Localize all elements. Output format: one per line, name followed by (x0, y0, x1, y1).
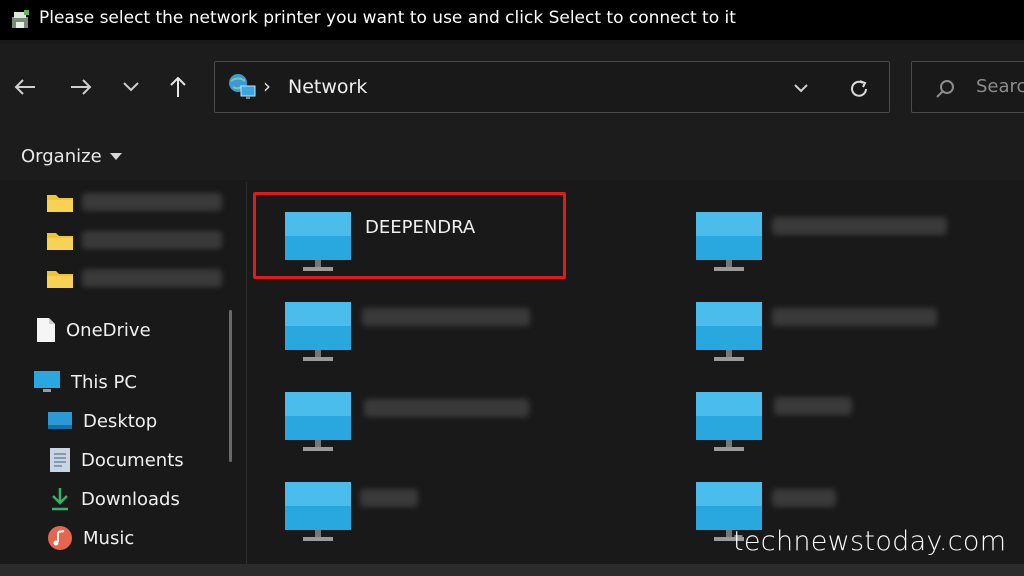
sidebar-item-label: OneDrive (66, 319, 151, 341)
sidebar-item-label-blurred (82, 269, 222, 287)
dialog-title: Please select the network printer you wa… (39, 8, 736, 28)
sidebar-item-documents[interactable]: Documents (49, 445, 184, 475)
breadcrumb-network[interactable]: Network (288, 76, 367, 98)
chevron-down-icon[interactable] (793, 82, 809, 94)
arrow-left-icon (14, 79, 35, 95)
arrow-right-icon (71, 79, 92, 95)
recent-locations-button[interactable] (116, 70, 146, 104)
documents-icon (50, 448, 70, 472)
sidebar-item-folder[interactable] (46, 225, 222, 255)
caret-down-icon (109, 152, 122, 160)
document-icon (37, 318, 55, 342)
sidebar-item-label-blurred (82, 231, 222, 249)
computer-name-blurred (772, 217, 947, 235)
computer-name-blurred (772, 308, 937, 326)
organize-button[interactable]: Organize (21, 146, 122, 167)
watermark: technewstoday.com (733, 526, 1007, 557)
sidebar-item-desktop[interactable]: Desktop (47, 406, 157, 436)
computer-name-blurred (774, 397, 852, 415)
printer-icon (12, 10, 29, 28)
folder-icon (47, 195, 73, 212)
sidebar-item-label: Desktop (83, 410, 158, 432)
breadcrumb-separator: › (263, 74, 271, 98)
organize-label: Organize (21, 146, 102, 167)
address-bar[interactable]: › Network (214, 61, 890, 113)
sidebar-item-label: Documents (81, 449, 184, 471)
download-icon (52, 488, 68, 511)
back-button[interactable] (10, 70, 40, 104)
monitor-icon (696, 392, 762, 451)
sidebar-item-folder[interactable] (46, 263, 222, 293)
sidebar-item-downloads[interactable]: Downloads (49, 484, 180, 514)
network-icon (229, 74, 256, 99)
search-box[interactable]: Searc (911, 61, 1024, 113)
computer-name-blurred (364, 399, 529, 417)
computer-icon (34, 371, 60, 392)
sidebar-scrollbar[interactable] (229, 310, 232, 462)
monitor-icon (285, 392, 351, 451)
search-icon (936, 80, 954, 98)
desktop-icon (48, 412, 72, 429)
sidebar-item-folder[interactable] (46, 187, 222, 217)
monitor-icon (696, 212, 762, 271)
music-icon (48, 526, 72, 550)
up-button[interactable] (163, 70, 193, 104)
refresh-icon[interactable] (848, 78, 870, 100)
chevron-down-icon (123, 82, 139, 92)
sidebar-item-label: This PC (71, 371, 137, 393)
sidebar-item-onedrive[interactable]: OneDrive (36, 315, 151, 345)
dialog-titlebar: Please select the network printer you wa… (0, 0, 1024, 40)
forward-button[interactable] (66, 70, 96, 104)
command-bar (0, 130, 1024, 180)
horizontal-scrollbar[interactable] (0, 564, 1024, 576)
sidebar-item-label: Downloads (81, 488, 180, 510)
folder-icon (47, 233, 73, 250)
arrow-up-icon (170, 76, 186, 97)
search-placeholder: Searc (976, 76, 1024, 97)
computer-name-blurred (360, 489, 418, 507)
sidebar-item-label-blurred (82, 193, 222, 211)
sidebar-item-label: Music (83, 527, 135, 549)
folder-icon (47, 271, 73, 288)
monitor-icon (285, 302, 351, 361)
computer-name-blurred (772, 489, 836, 507)
sidebar-item-music[interactable]: Music (47, 523, 134, 553)
selection-highlight (253, 192, 566, 279)
sidebar-item-this-pc[interactable]: This PC (33, 367, 137, 397)
computer-name-blurred (362, 308, 530, 326)
monitor-icon (696, 302, 762, 361)
monitor-icon (285, 482, 351, 541)
